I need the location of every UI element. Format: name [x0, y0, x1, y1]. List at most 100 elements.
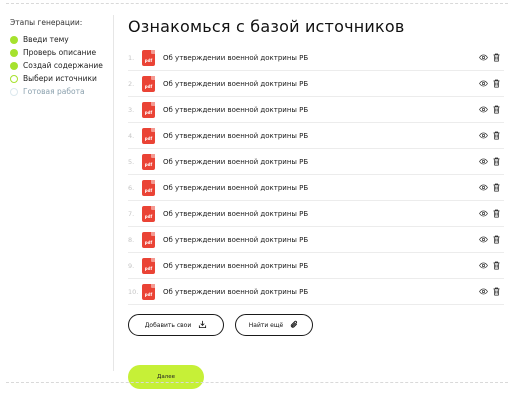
pdf-icon: pdf	[142, 257, 155, 274]
view-icon[interactable]	[479, 54, 488, 61]
trash-icon[interactable]	[493, 209, 500, 218]
row-number: 4.	[128, 131, 135, 140]
row-actions	[479, 183, 500, 192]
source-title: Об утверждении военной доктрины РБ	[163, 131, 309, 140]
source-title: Об утверждении военной доктрины РБ	[163, 157, 309, 166]
page-title: Ознакомься с базой источников	[128, 17, 405, 36]
source-row[interactable]: 6. pdf Об утверждении военной доктрины РБ	[128, 175, 504, 201]
source-title: Об утверждении военной доктрины РБ	[163, 105, 309, 114]
pdf-icon: pdf	[142, 179, 155, 196]
source-title: Об утверждении военной доктрины РБ	[163, 209, 309, 218]
pdf-icon: pdf	[142, 101, 155, 118]
step-label: Выбери источники	[23, 74, 97, 83]
row-actions	[479, 105, 500, 114]
source-title: Об утверждении военной доктрины РБ	[163, 79, 309, 88]
row-actions	[479, 53, 500, 62]
pdf-icon: pdf	[142, 75, 155, 92]
trash-icon[interactable]	[493, 105, 500, 114]
source-row[interactable]: 3. pdf Об утверждении военной доктрины РБ	[128, 97, 504, 123]
step-status-dot	[10, 35, 18, 44]
source-title: Об утверждении военной доктрины РБ	[163, 183, 309, 192]
sidebar-divider	[113, 15, 114, 371]
trash-icon[interactable]	[493, 53, 500, 62]
source-row[interactable]: 10. pdf Об утверждении военной доктрины РБ	[128, 279, 504, 305]
source-row[interactable]: 2. pdf Об утверждении военной доктрины РБ	[128, 71, 504, 97]
source-title: Об утверждении военной доктрины РБ	[163, 53, 309, 62]
trash-icon[interactable]	[493, 235, 500, 244]
trash-icon[interactable]	[493, 157, 500, 166]
source-row[interactable]: 9. pdf Об утверждении военной доктрины РБ	[128, 253, 504, 279]
row-number: 9.	[128, 261, 135, 270]
pdf-icon: pdf	[142, 231, 155, 248]
row-number: 8.	[128, 235, 135, 244]
trash-icon[interactable]	[493, 183, 500, 192]
step-status-dot	[10, 48, 18, 57]
row-actions	[479, 287, 500, 296]
view-icon[interactable]	[479, 132, 488, 139]
row-actions	[479, 131, 500, 140]
step-status-dot	[10, 74, 18, 83]
sidebar: Этапы генерации: Введи тему Проверь описа…	[10, 18, 118, 98]
pdf-icon: pdf	[142, 153, 155, 170]
sidebar-title: Этапы генерации:	[10, 18, 83, 27]
step-status-dot	[10, 61, 18, 70]
row-actions	[479, 235, 500, 244]
view-icon[interactable]	[479, 288, 488, 295]
pdf-icon: pdf	[142, 49, 155, 66]
source-title: Об утверждении военной доктрины РБ	[163, 235, 309, 244]
view-icon[interactable]	[479, 184, 488, 191]
download-icon	[198, 320, 207, 331]
row-number: 2.	[128, 79, 135, 88]
step-label: Введи тему	[23, 35, 69, 44]
bottom-divider	[6, 382, 508, 383]
main-content: Ознакомься с базой источников 1. pdf Об ут…	[128, 16, 504, 389]
pdf-icon: pdf	[142, 127, 155, 144]
row-actions	[479, 209, 500, 218]
view-icon[interactable]	[479, 262, 488, 269]
step-5: Готовая работа	[10, 85, 118, 98]
step-label: Создай содержание	[23, 61, 103, 70]
steps-list: Введи тему Проверь описание Создай содержа…	[10, 33, 118, 98]
next-button[interactable]: Далее	[128, 365, 204, 389]
sources-list: 1. pdf Об утверждении военной доктрины РБ 2…	[128, 45, 504, 305]
step-3: Создай содержание	[10, 59, 118, 72]
paperclip-icon	[290, 320, 299, 331]
step-2: Проверь описание	[10, 46, 118, 59]
row-actions	[479, 157, 500, 166]
step-4: Выбери источники	[10, 72, 118, 85]
source-row[interactable]: 8. pdf Об утверждении военной доктрины РБ	[128, 227, 504, 253]
source-row[interactable]: 5. pdf Об утверждении военной доктрины РБ	[128, 149, 504, 175]
find-more-button[interactable]: Найти ещё	[235, 314, 313, 336]
step-status-dot	[10, 87, 18, 96]
trash-icon[interactable]	[493, 261, 500, 270]
row-number: 5.	[128, 157, 135, 166]
add-own-button[interactable]: Добавить свои	[128, 314, 224, 336]
row-actions	[479, 79, 500, 88]
trash-icon[interactable]	[493, 131, 500, 140]
source-title: Об утверждении военной доктрины РБ	[163, 261, 309, 270]
pdf-icon: pdf	[142, 283, 155, 300]
actions-row: Добавить свои Найти ещё	[128, 314, 313, 336]
find-more-label: Найти ещё	[248, 321, 284, 329]
trash-icon[interactable]	[493, 79, 500, 88]
add-own-label: Добавить свои	[144, 321, 192, 329]
source-title: Об утверждении военной доктрины РБ	[163, 287, 309, 296]
step-1: Введи тему	[10, 33, 118, 46]
top-divider	[6, 3, 508, 4]
row-number: 10.	[128, 287, 139, 296]
source-row[interactable]: 1. pdf Об утверждении военной доктрины РБ	[128, 45, 504, 71]
row-number: 3.	[128, 105, 135, 114]
row-actions	[479, 261, 500, 270]
trash-icon[interactable]	[493, 287, 500, 296]
row-number: 6.	[128, 183, 135, 192]
row-number: 7.	[128, 209, 135, 218]
view-icon[interactable]	[479, 80, 488, 87]
view-icon[interactable]	[479, 236, 488, 243]
source-row[interactable]: 7. pdf Об утверждении военной доктрины РБ	[128, 201, 504, 227]
step-label: Проверь описание	[23, 48, 97, 57]
view-icon[interactable]	[479, 158, 488, 165]
pdf-icon: pdf	[142, 205, 155, 222]
source-row[interactable]: 4. pdf Об утверждении военной доктрины РБ	[128, 123, 504, 149]
view-icon[interactable]	[479, 106, 488, 113]
view-icon[interactable]	[479, 210, 488, 217]
